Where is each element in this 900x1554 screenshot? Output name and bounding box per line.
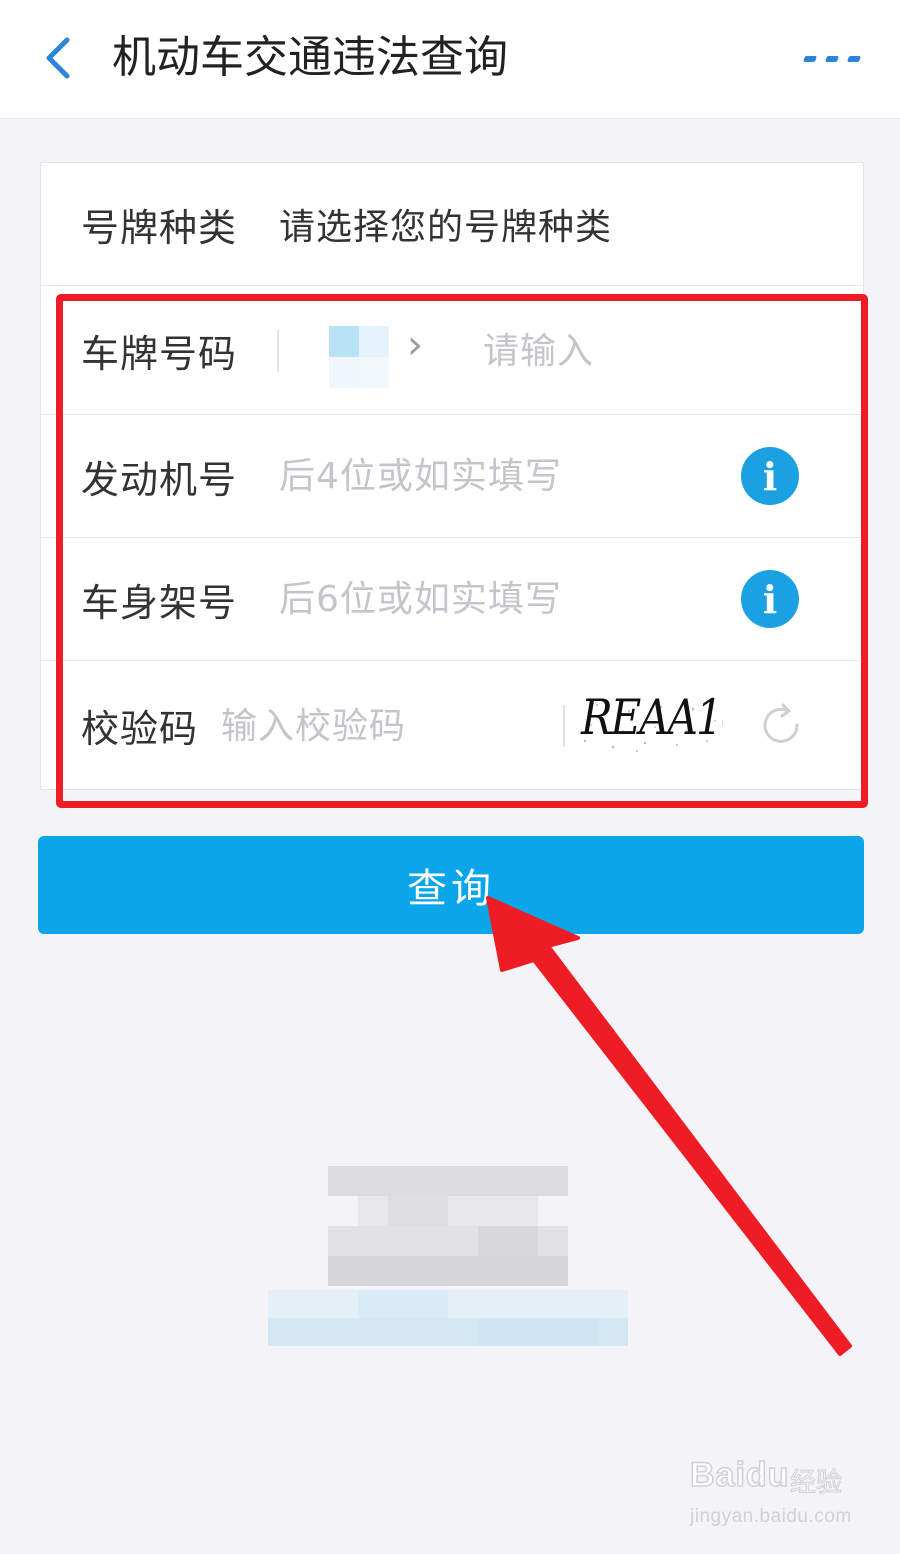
- plate-type-label: 号牌种类: [81, 205, 238, 250]
- page-title: 机动车交通违法查询: [112, 32, 508, 83]
- baidu-jingyan-watermark: Baidu 经验 jingyan.baidu.com: [689, 1455, 870, 1536]
- watermark-url: jingyan.baidu.com: [690, 1506, 852, 1527]
- plate-type-select[interactable]: 请选择您的号牌种类: [279, 198, 612, 250]
- more-button[interactable]: [802, 44, 862, 74]
- chevron-left-icon: [46, 37, 70, 79]
- plate-type-row[interactable]: 号牌种类 请选择您的号牌种类: [41, 163, 863, 286]
- query-button[interactable]: 查询: [38, 836, 864, 934]
- more-icon: [802, 56, 818, 62]
- watermark-brand: Baidu: [689, 1455, 790, 1495]
- app-header: 机动车交通违法查询: [0, 0, 900, 119]
- pixelated-text: [268, 1290, 628, 1346]
- watermark-brand-cn: 经验: [789, 1468, 843, 1499]
- more-icon-dot: [846, 56, 862, 62]
- pixelated-logo: [328, 1166, 568, 1286]
- back-button[interactable]: [30, 30, 86, 86]
- highlight-annotation: [56, 294, 868, 808]
- more-icon-dot: [824, 56, 840, 62]
